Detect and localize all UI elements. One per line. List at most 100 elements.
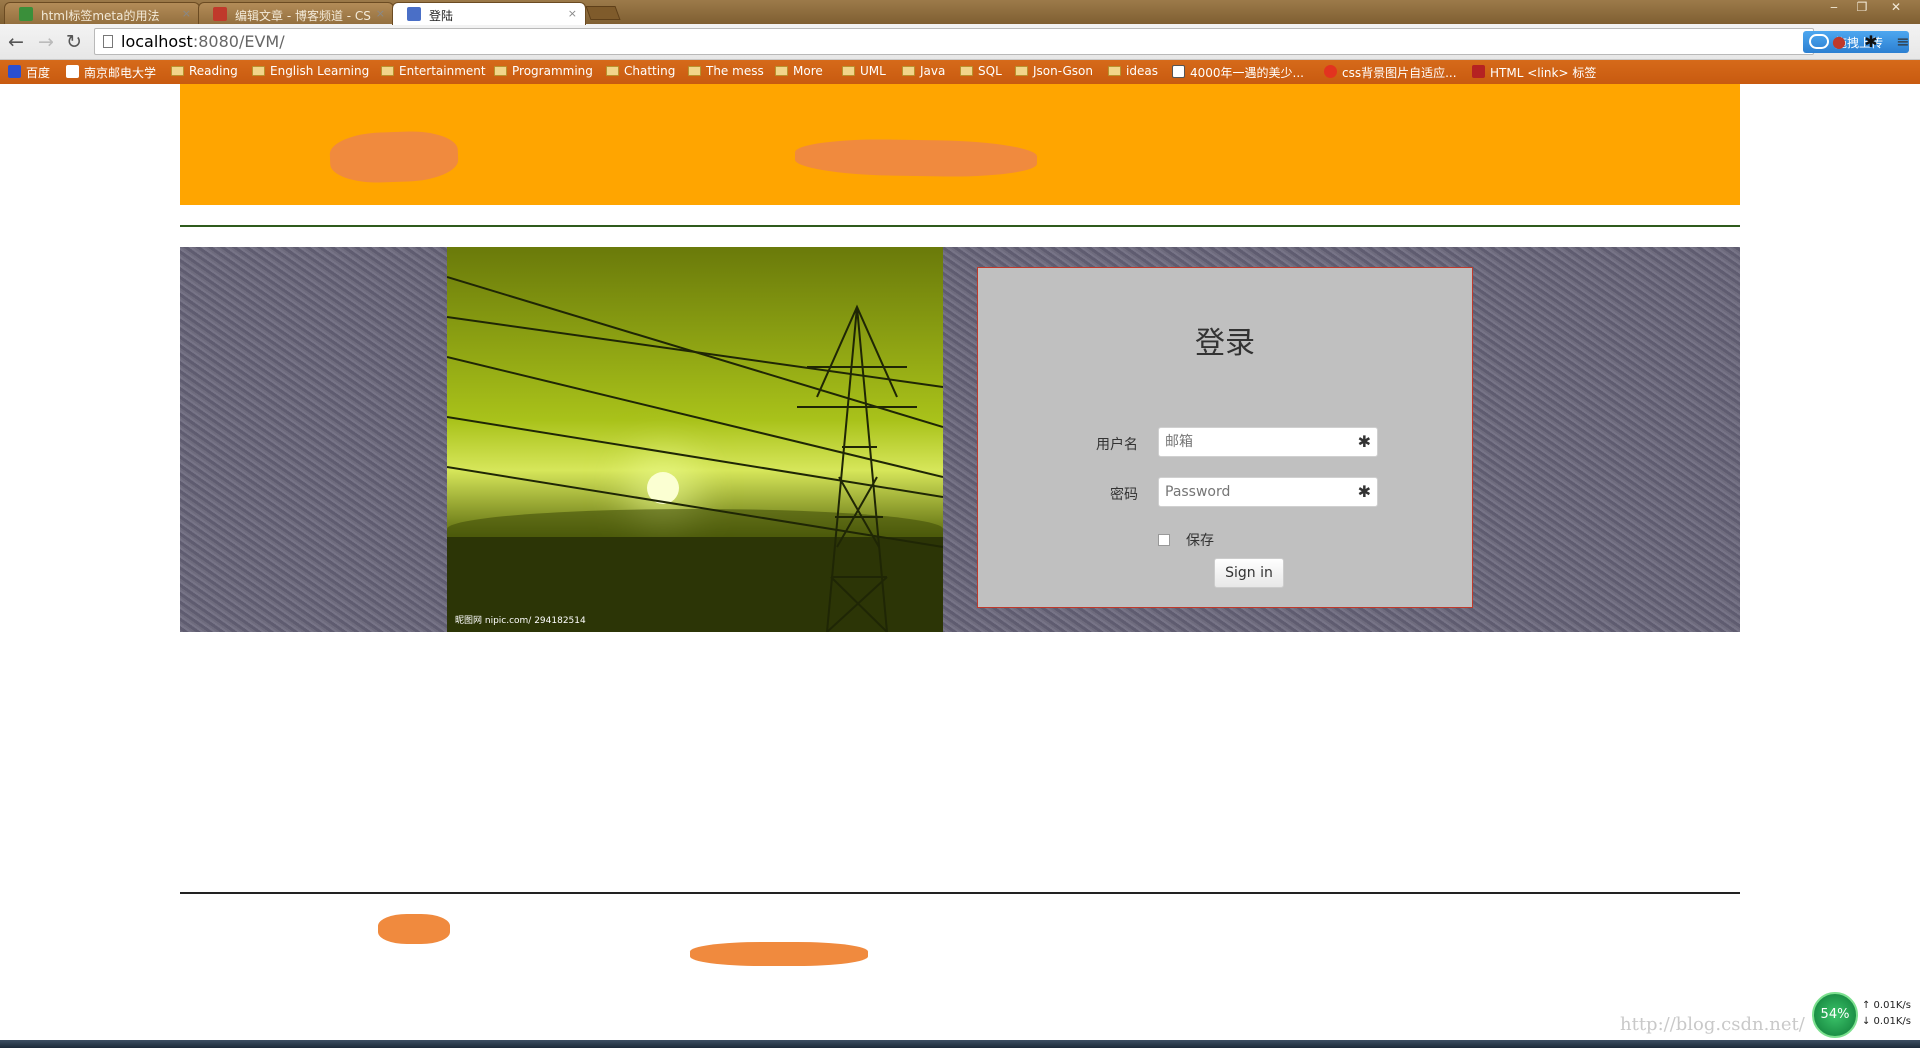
bookmark-folder-sql[interactable]: SQL [960,64,1002,78]
redacted-footer-logo [378,914,450,944]
login-panel: 登录 用户名 ✱ 密码 ✱ 保存 Sign in [977,267,1473,608]
bookmark-folder-entertainment[interactable]: Entertainment [381,64,486,78]
bookmark-label: 4000年一遇的美少... [1190,66,1304,80]
required-asterisk-icon: ✱ [1357,482,1371,501]
header-divider [180,225,1740,227]
bookmark-folder-reading[interactable]: Reading [171,64,238,78]
bookmark-label: ideas [1126,64,1158,78]
password-label: 密码 [1110,487,1138,503]
url-path: :8080/EVM/ [192,32,285,51]
bookmark-label: 百度 [26,66,51,80]
bookmark-label: 南京邮电大学 [84,66,157,80]
folder-icon [1108,66,1121,76]
address-bar[interactable]: localhost:8080/EVM/ 拖拽上传 [94,28,1909,55]
back-icon[interactable]: ← [4,30,28,54]
url-text[interactable]: localhost:8080/EVM/ [121,32,285,51]
folder-icon [688,66,701,76]
folder-icon [842,66,855,76]
w3-icon [1472,65,1485,78]
cpu-percent: 54% [1812,992,1858,1038]
tab-title: 编辑文章 - 博客频道 - CS [235,9,371,23]
bookmark-label: SQL [978,64,1002,78]
menu-icon[interactable]: ≡ [1892,31,1914,53]
bookmark-label: HTML <link> 标签 [1490,66,1597,80]
bookmark-folder-more[interactable]: More [775,64,823,78]
bookmark-css-background[interactable]: css背景图片自适应... [1324,64,1457,81]
bookmarks-bar: 百度 南京邮电大学 Reading English Learning Enter… [0,60,1920,84]
login-title: 登录 [1195,326,1255,361]
new-tab-button[interactable] [585,6,621,20]
page-icon [66,65,79,78]
username-label: 用户名 [1096,437,1138,453]
site-icon [1172,65,1185,78]
folder-icon [960,66,973,76]
redacted-footer-text [690,942,868,966]
bookmark-4000-year[interactable]: 4000年一遇的美少... [1172,64,1304,81]
bookmark-folder-uml[interactable]: UML [842,64,886,78]
extension-record-icon[interactable]: ● [1828,31,1850,53]
folder-icon [1015,66,1028,76]
page-viewport: 昵图网 nipic.com/ 294182514 登录 用户名 ✱ 密码 ✱ 保… [0,84,1920,1040]
browser-titlebar: html标签meta的用法 × 编辑文章 - 博客频道 - CS × 登陆 × … [0,0,1920,25]
remember-checkbox[interactable] [1158,534,1170,546]
username-field[interactable]: ✱ [1158,427,1378,457]
password-input[interactable] [1159,478,1349,506]
cloud-icon [1809,34,1829,49]
tab-close-icon[interactable]: × [376,7,385,20]
bookmark-html-link-tag[interactable]: HTML <link> 标签 [1472,64,1596,81]
bookmark-label: Entertainment [399,64,486,78]
tab-close-icon[interactable]: × [568,7,577,20]
password-field[interactable]: ✱ [1158,477,1378,507]
browser-toolbar: ← → ↻ localhost:8080/EVM/ 拖拽上传 ● ✱ ≡ [0,24,1920,60]
redacted-site-title [794,137,1038,179]
folder-icon [381,66,394,76]
username-input[interactable] [1159,428,1349,456]
bookmark-folder-ideas[interactable]: ideas [1108,64,1158,78]
sign-in-button[interactable]: Sign in [1214,558,1284,588]
tab-favicon-icon [19,7,33,21]
bookmark-folder-the-mess[interactable]: The mess [688,64,764,78]
required-asterisk-icon: ✱ [1357,432,1371,451]
bookmark-label: English Learning [270,64,370,78]
power-tower-image: 昵图网 nipic.com/ 294182514 [447,247,943,632]
page-icon [103,35,113,48]
bookmark-njupt[interactable]: 南京邮电大学 [66,64,156,81]
restore-icon[interactable]: ❐ [1848,0,1876,18]
bookmark-folder-english-learning[interactable]: English Learning [252,64,369,78]
bookmark-label: UML [860,64,886,78]
bookmark-label: Chatting [624,64,676,78]
close-window-icon[interactable]: ✕ [1882,0,1910,18]
reload-icon[interactable]: ↻ [62,30,86,54]
minimize-icon[interactable]: ‒ [1820,0,1848,18]
blog-watermark: http://blog.csdn.net/ [1620,1014,1805,1035]
network-rates: ↑ 0.01K/s ↓ 0.01K/s [1862,998,1911,1030]
redacted-logo [329,129,459,185]
bookmark-folder-json-gson[interactable]: Json-Gson [1015,64,1093,78]
bookmark-folder-chatting[interactable]: Chatting [606,64,675,78]
folder-icon [775,66,788,76]
footer-divider [180,892,1740,894]
bookmark-label: Json-Gson [1033,64,1094,78]
tab-title: 登陆 [429,9,454,23]
upload-rate: ↑ 0.01K/s [1862,1000,1911,1011]
bookmark-baidu[interactable]: 百度 [8,64,50,81]
baidu-icon [8,65,21,78]
extension-asterisk-icon[interactable]: ✱ [1860,31,1882,53]
bookmark-label: The mess [706,64,764,78]
forward-icon[interactable]: → [34,30,58,54]
bookmark-label: More [793,64,823,78]
tab-login[interactable]: 登陆 × [392,2,586,25]
network-monitor[interactable]: 54% ↑ 0.01K/s ↓ 0.01K/s [1812,992,1916,1040]
site-icon [1324,65,1337,78]
folder-icon [902,66,915,76]
bookmark-folder-programming[interactable]: Programming [494,64,593,78]
power-tower-icon [447,276,943,632]
folder-icon [252,66,265,76]
tab-close-icon[interactable]: × [182,7,191,20]
bookmark-label: css背景图片自适应... [1342,66,1457,80]
os-taskbar [0,1040,1920,1048]
bookmark-folder-java[interactable]: Java [902,64,945,78]
tab-meta-usage[interactable]: html标签meta的用法 × [4,2,200,24]
tab-edit-article[interactable]: 编辑文章 - 博客频道 - CS × [198,2,394,24]
download-rate: ↓ 0.01K/s [1862,1016,1911,1027]
